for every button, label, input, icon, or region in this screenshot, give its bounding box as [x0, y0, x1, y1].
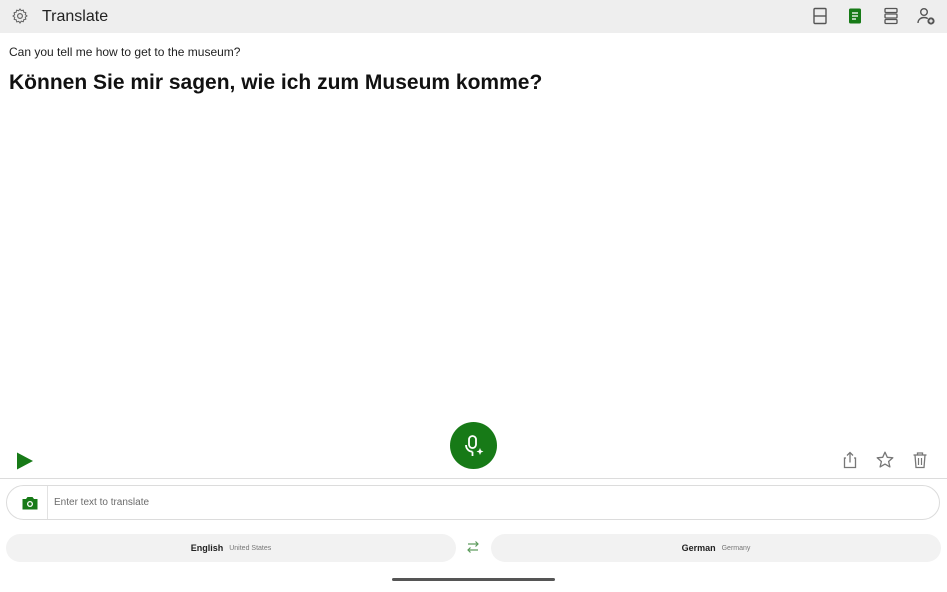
target-language-button[interactable]: German Germany — [491, 534, 941, 562]
play-icon[interactable] — [14, 450, 36, 472]
source-language-region: United States — [229, 544, 272, 552]
star-icon[interactable] — [875, 450, 895, 470]
translate-input-bar — [6, 485, 940, 520]
source-text: Can you tell me how to get to the museum… — [9, 45, 241, 59]
add-person-icon[interactable] — [916, 6, 936, 26]
translated-text: Können Sie mir sagen, wie ich zum Museum… — [9, 71, 543, 94]
share-icon[interactable] — [840, 450, 860, 470]
text-input[interactable] — [54, 486, 924, 519]
input-separator — [47, 486, 48, 519]
trash-icon[interactable] — [910, 450, 930, 470]
note-icon[interactable] — [845, 6, 865, 26]
list-layout-icon[interactable] — [881, 6, 901, 26]
divider — [0, 478, 947, 479]
single-pane-layout-icon[interactable] — [810, 6, 830, 26]
mic-sparkle-icon — [464, 434, 483, 456]
camera-icon[interactable] — [21, 494, 39, 512]
swap-languages-icon[interactable] — [465, 539, 481, 555]
gear-icon[interactable] — [11, 7, 29, 25]
mic-button[interactable] — [450, 422, 497, 469]
target-language-region: Germany — [721, 544, 751, 552]
app-title: Translate — [42, 8, 109, 25]
source-language-button[interactable]: English United States — [6, 534, 456, 562]
home-indicator[interactable] — [392, 578, 555, 581]
source-language-name: English — [190, 543, 224, 553]
target-language-name: German — [681, 543, 716, 553]
top-app-bar: Translate — [0, 0, 947, 33]
